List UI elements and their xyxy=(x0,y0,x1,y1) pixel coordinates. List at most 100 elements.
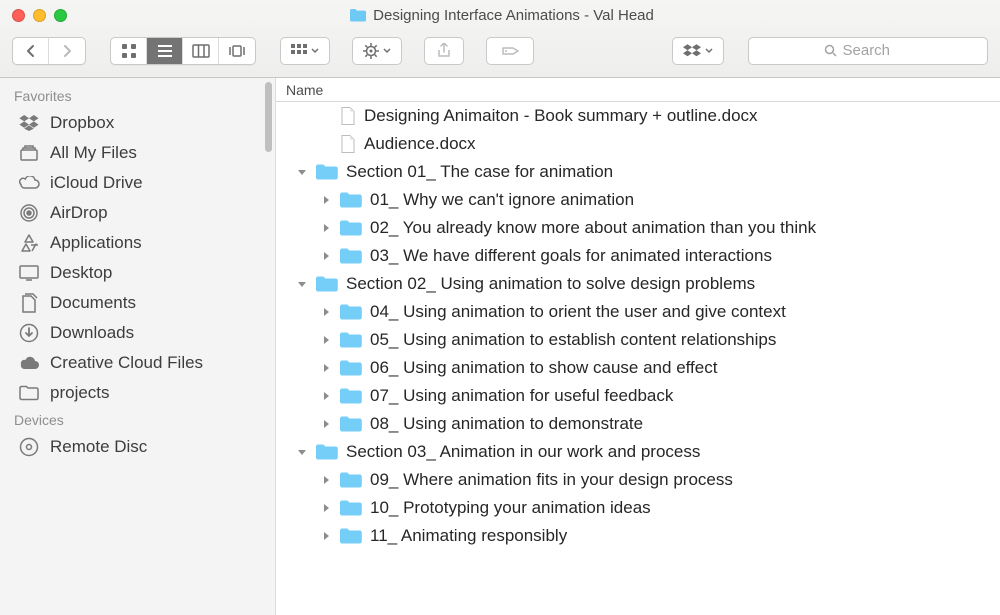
folder-icon xyxy=(340,416,362,432)
folder-icon xyxy=(340,388,362,404)
toolbar xyxy=(0,26,1000,77)
disclosure-right-icon[interactable] xyxy=(320,391,332,401)
disclosure-right-icon[interactable] xyxy=(320,363,332,373)
window-close-button[interactable] xyxy=(12,9,25,22)
sidebar-item-label: iCloud Drive xyxy=(50,173,143,193)
sidebar-item-documents[interactable]: Documents xyxy=(0,288,275,318)
row-label: 09_ Where animation fits in your design … xyxy=(370,470,733,490)
document-icon xyxy=(340,106,356,126)
folder-row[interactable]: 04_ Using animation to orient the user a… xyxy=(276,298,1000,326)
allfiles-icon xyxy=(18,145,40,161)
folder-row[interactable]: Section 02_ Using animation to solve des… xyxy=(276,270,1000,298)
disclosure-right-icon[interactable] xyxy=(320,503,332,513)
disclosure-right-icon[interactable] xyxy=(320,531,332,541)
dropbox-icon xyxy=(18,115,40,131)
sidebar-item-label: Documents xyxy=(50,293,136,313)
document-icon xyxy=(340,134,356,154)
search-input[interactable] xyxy=(843,42,913,59)
folder-row[interactable]: 08_ Using animation to demonstrate xyxy=(276,410,1000,438)
sidebar-item-airdrop[interactable]: AirDrop xyxy=(0,198,275,228)
file-row[interactable]: Audience.docx xyxy=(276,130,1000,158)
row-label: Section 03_ Animation in our work and pr… xyxy=(346,442,700,462)
sidebar-item-creative-cloud-files[interactable]: Creative Cloud Files xyxy=(0,348,275,378)
row-label: 08_ Using animation to demonstrate xyxy=(370,414,643,434)
folder-row[interactable]: Section 01_ The case for animation xyxy=(276,158,1000,186)
arrange-button[interactable] xyxy=(280,37,330,65)
disclosure-right-icon[interactable] xyxy=(320,475,332,485)
sidebar-item-icloud-drive[interactable]: iCloud Drive xyxy=(0,168,275,198)
title-folder-icon xyxy=(349,8,367,22)
action-button[interactable] xyxy=(352,37,402,65)
view-icons-button[interactable] xyxy=(111,38,147,64)
folder-row[interactable]: 06_ Using animation to show cause and ef… xyxy=(276,354,1000,382)
folder-row[interactable]: 09_ Where animation fits in your design … xyxy=(276,466,1000,494)
sidebar-item-label: Dropbox xyxy=(50,113,114,133)
sidebar-item-all-my-files[interactable]: All My Files xyxy=(0,138,275,168)
file-row[interactable]: Designing Animaiton - Book summary + out… xyxy=(276,102,1000,130)
row-label: Designing Animaiton - Book summary + out… xyxy=(364,106,758,126)
folder-row[interactable]: 10_ Prototyping your animation ideas xyxy=(276,494,1000,522)
sidebar-item-label: Remote Disc xyxy=(50,437,147,457)
folder-row[interactable]: Section 03_ Animation in our work and pr… xyxy=(276,438,1000,466)
share-icon xyxy=(437,43,451,59)
chevron-down-icon xyxy=(705,48,713,54)
sidebar-item-label: Creative Cloud Files xyxy=(50,353,203,373)
disclosure-right-icon[interactable] xyxy=(320,195,332,205)
file-list: Name Designing Animaiton - Book summary … xyxy=(276,78,1000,615)
disclosure-down-icon[interactable] xyxy=(296,447,308,457)
folder-row[interactable]: 03_ We have different goals for animated… xyxy=(276,242,1000,270)
folder-icon xyxy=(340,472,362,488)
window-minimize-button[interactable] xyxy=(33,9,46,22)
disclosure-right-icon[interactable] xyxy=(320,307,332,317)
view-coverflow-button[interactable] xyxy=(219,38,255,64)
disclosure-right-icon[interactable] xyxy=(320,223,332,233)
column-header-name[interactable]: Name xyxy=(276,78,1000,102)
row-label: 07_ Using animation for useful feedback xyxy=(370,386,673,406)
folder-icon xyxy=(18,385,40,401)
dropbox-button[interactable] xyxy=(672,37,724,65)
view-columns-button[interactable] xyxy=(183,38,219,64)
folder-icon xyxy=(340,248,362,264)
documents-icon xyxy=(18,293,40,313)
sidebar-item-downloads[interactable]: Downloads xyxy=(0,318,275,348)
folder-icon xyxy=(316,444,338,460)
folder-row[interactable]: 05_ Using animation to establish content… xyxy=(276,326,1000,354)
sidebar-item-remote-disc[interactable]: Remote Disc xyxy=(0,432,275,462)
disclosure-right-icon[interactable] xyxy=(320,335,332,345)
folder-row[interactable]: 11_ Animating responsibly xyxy=(276,522,1000,550)
apps-icon xyxy=(18,234,40,252)
sidebar-item-dropbox[interactable]: Dropbox xyxy=(0,108,275,138)
view-list-button[interactable] xyxy=(147,38,183,64)
sidebar-group-label: Devices xyxy=(0,408,275,432)
disclosure-down-icon[interactable] xyxy=(296,279,308,289)
disclosure-right-icon[interactable] xyxy=(320,419,332,429)
view-mode-buttons xyxy=(110,37,256,65)
sidebar-item-desktop[interactable]: Desktop xyxy=(0,258,275,288)
share-button[interactable] xyxy=(424,37,464,65)
search-icon xyxy=(824,44,837,57)
sidebar-item-applications[interactable]: Applications xyxy=(0,228,275,258)
gear-icon xyxy=(363,43,379,59)
row-label: 11_ Animating responsibly xyxy=(370,526,567,546)
sidebar: FavoritesDropboxAll My FilesiCloud Drive… xyxy=(0,78,276,615)
folder-icon xyxy=(340,192,362,208)
sidebar-scrollbar[interactable] xyxy=(265,82,272,152)
folder-row[interactable]: 07_ Using animation for useful feedback xyxy=(276,382,1000,410)
chevron-down-icon xyxy=(311,48,319,54)
tags-button[interactable] xyxy=(486,37,534,65)
disclosure-right-icon[interactable] xyxy=(320,251,332,261)
folder-row[interactable]: 01_ Why we can't ignore animation xyxy=(276,186,1000,214)
folder-icon xyxy=(340,220,362,236)
nav-back-button[interactable] xyxy=(13,38,49,64)
nav-forward-button[interactable] xyxy=(49,38,85,64)
sidebar-item-projects[interactable]: projects xyxy=(0,378,275,408)
disclosure-down-icon[interactable] xyxy=(296,167,308,177)
search-field[interactable] xyxy=(748,37,988,65)
downloads-icon xyxy=(18,323,40,343)
sidebar-item-label: projects xyxy=(50,383,110,403)
window-zoom-button[interactable] xyxy=(54,9,67,22)
icloud-icon xyxy=(18,176,40,190)
folder-icon xyxy=(340,528,362,544)
sidebar-item-label: Applications xyxy=(50,233,142,253)
folder-row[interactable]: 02_ You already know more about animatio… xyxy=(276,214,1000,242)
